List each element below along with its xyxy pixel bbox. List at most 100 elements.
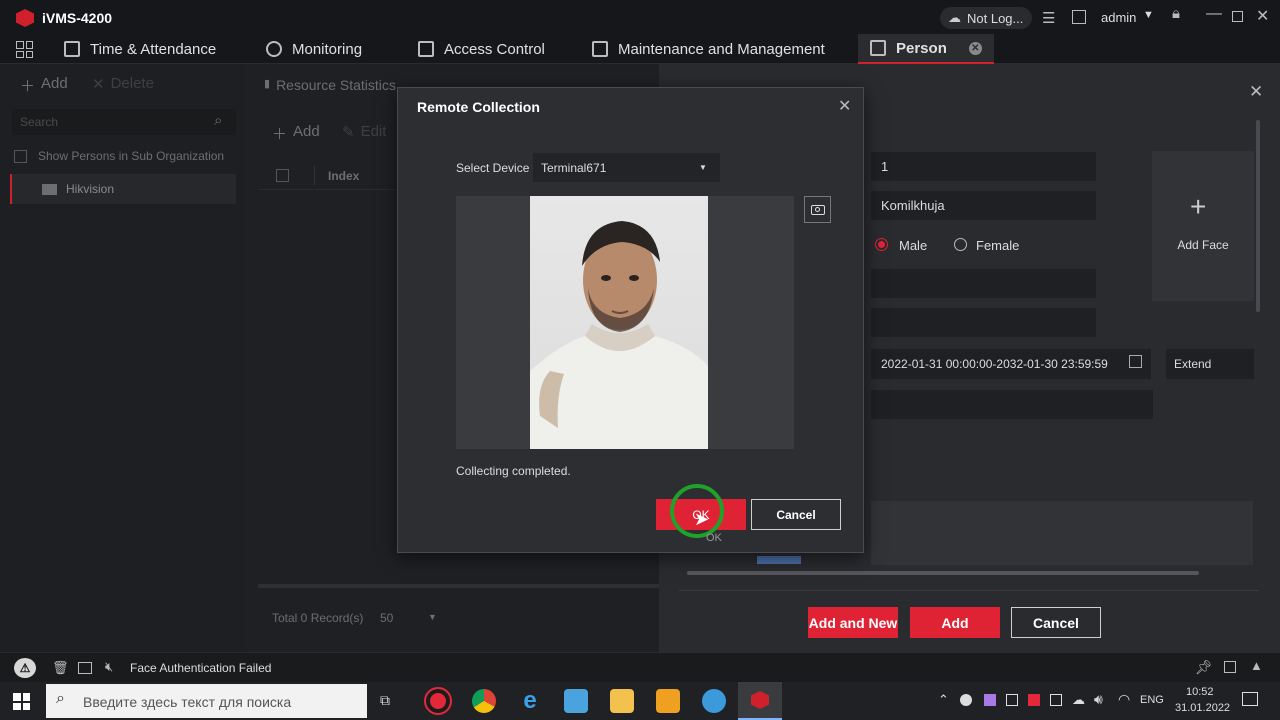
close-dialog-icon[interactable]: ✕ [838,96,851,116]
tray-pen-icon[interactable] [984,694,996,706]
sub-org-checkbox[interactable] [14,150,27,163]
warning-icon[interactable]: ⚠ [14,658,36,678]
volume-icon[interactable]: 🔊︎ [1094,691,1103,708]
module-tabs: Time & Attendance Monitoring Access Cont… [0,34,1280,64]
ivms-taskbar-button[interactable] [738,682,782,720]
chrome-icon[interactable] [472,689,496,713]
gender-female-radio[interactable] [954,238,967,251]
tray-app-icon[interactable] [960,694,972,706]
internet-explorer-icon[interactable]: e [518,689,542,713]
tray-battery-icon[interactable] [1050,694,1062,706]
recorder-app-icon[interactable] [424,687,452,715]
tab-time-attendance[interactable]: Time & Attendance [64,34,216,64]
app-group-icon[interactable] [564,689,588,713]
close-panel-icon[interactable]: ✕ [1249,82,1263,102]
add-button[interactable]: Add [910,607,1000,638]
user-menu[interactable]: admin [1101,10,1136,25]
edit-person-button[interactable]: ✎ Edit [342,123,386,141]
cursor-icon: ➤ [694,509,710,529]
captured-face-image [530,196,708,449]
add-and-new-button[interactable]: Add and New [808,607,898,638]
slider-handle[interactable] [757,556,801,564]
organization-field[interactable] [871,269,1096,298]
resource-stats-label: Resource Statistics [276,77,396,93]
resource-statistics-link[interactable]: ▮ Resource Statistics [264,77,396,93]
pin-icon[interactable]: 📌︎ [1195,659,1213,676]
org-search-input[interactable]: Search ⌕ [12,109,236,135]
column-header-index[interactable]: Index [328,169,359,183]
add-face-button[interactable]: + Add Face [1152,151,1254,301]
tab-monitoring[interactable]: Monitoring [266,34,362,64]
grid-menu-icon[interactable] [16,41,33,58]
wifi-icon[interactable]: ◠ [1118,691,1130,708]
capture-button[interactable] [804,196,831,223]
employee-id-value: 1 [881,159,889,174]
org-label: Hikvision [66,182,115,196]
name-field[interactable]: Komilkhuja [871,191,1096,220]
horizontal-scrollbar[interactable] [687,571,1199,575]
add-person-button[interactable]: ＋ Add [272,123,320,144]
tab-person[interactable]: Person ✕ [858,34,994,64]
tray-device-icon[interactable] [1006,694,1018,706]
windows-start-icon[interactable] [13,693,30,710]
phone-field[interactable] [871,308,1096,337]
vertical-scrollbar[interactable] [1256,120,1260,312]
tab-label: Maintenance and Management [618,40,825,58]
device-select[interactable]: Terminal671 ▼ [533,153,720,182]
device-value: Terminal671 [541,161,607,175]
page-size-select[interactable]: 50 [380,611,393,625]
collection-status: Collecting completed. [456,464,571,478]
weather-icon[interactable]: ☁ [1072,692,1085,708]
remark-field[interactable] [871,390,1153,419]
minimize-icon[interactable]: — [1206,5,1222,23]
chevron-down-icon[interactable]: ▼ [1143,9,1154,21]
folder-icon [42,184,57,195]
employee-id-field[interactable]: 1 [871,152,1096,181]
name-value: Komilkhuja [881,198,945,213]
tray-record-icon[interactable] [1028,694,1040,706]
messenger-app-icon[interactable] [702,689,726,713]
delete-org-button[interactable]: ✕ Delete [92,75,154,93]
collapse-icon[interactable]: ▲ [1250,658,1263,673]
gender-male-label: Male [899,238,928,253]
input-language[interactable]: ENG [1140,694,1164,706]
select-all-checkbox[interactable] [276,169,289,182]
image-icon[interactable] [1072,10,1086,24]
calendar-icon[interactable] [1129,355,1142,368]
chevron-down-icon[interactable]: ▼ [428,612,437,622]
task-list-icon[interactable]: ☰ [1042,9,1055,27]
mute-icon[interactable]: 🔇︎ [105,659,113,675]
status-message: Face Authentication Failed [130,661,272,675]
close-tab-icon[interactable]: ✕ [968,41,982,55]
taskbar-search-input[interactable]: ⌕ Введите здесь текст для поиска [46,684,367,718]
cancel-button[interactable]: Cancel [1011,607,1101,638]
search-icon: ⌕ [56,690,65,707]
tab-maintenance[interactable]: Maintenance and Management [592,34,825,64]
tray-overflow-icon[interactable]: ⌃ [938,692,949,708]
trash-icon[interactable]: 🗑︎ [52,660,69,676]
cloud-login-button[interactable]: ☁ Not Log... [940,7,1032,29]
extend-select[interactable]: Extend [1166,349,1254,379]
gender-male-radio[interactable] [875,238,888,251]
tab-access-control[interactable]: Access Control [418,34,545,64]
maximize-icon[interactable] [1224,661,1236,673]
horizontal-scrollbar[interactable] [258,584,660,588]
clock-date[interactable]: 31.01.2022 [1175,702,1230,714]
add-org-button[interactable]: ＋ Add [20,75,68,96]
close-icon[interactable]: ✕ [1256,6,1269,26]
lock-icon[interactable]: 🔒︎ [1172,5,1180,22]
notifications-icon[interactable] [1242,692,1258,706]
validity-period-field[interactable]: 2022-01-31 00:00:00-2032-01-30 23:59:59 [871,349,1151,379]
organization-pane: ＋ Add ✕ Delete Search ⌕ Show Persons in Su… [0,64,246,652]
search-icon[interactable]: ⌕ [214,112,222,129]
credential-area [871,501,1253,565]
restore-icon[interactable] [1232,11,1243,22]
clock-time[interactable]: 10:52 [1186,686,1214,698]
image-icon[interactable] [78,662,92,674]
ok-tooltip: OK [706,532,722,544]
sublime-text-icon[interactable] [656,689,680,713]
file-explorer-icon[interactable] [610,689,634,713]
dialog-cancel-button[interactable]: Cancel [751,499,841,530]
task-view-icon[interactable]: ⧉ [380,692,390,709]
org-tree-item-hikvision[interactable]: Hikvision [10,174,236,204]
